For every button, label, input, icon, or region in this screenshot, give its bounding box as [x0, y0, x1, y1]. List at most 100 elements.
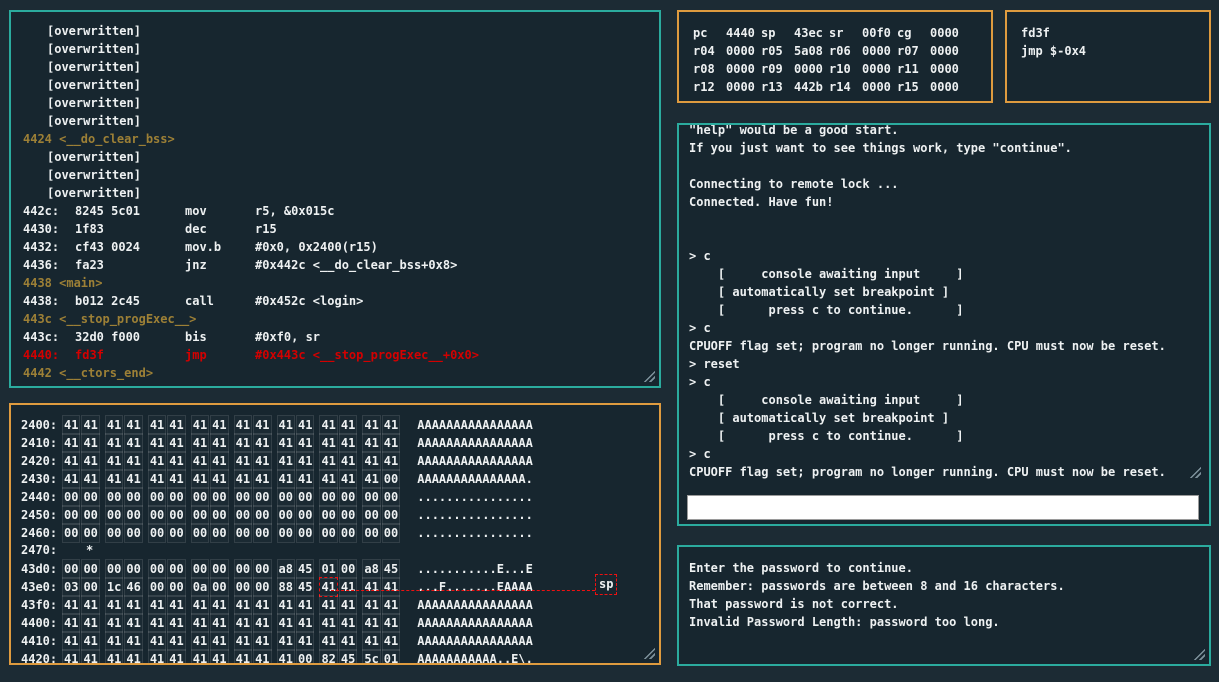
memory-byte: 00 — [62, 559, 80, 579]
memory-byte: 00 — [124, 505, 142, 525]
memory-word: 4141 — [277, 613, 316, 633]
console-line: > c — [689, 319, 1199, 337]
memory-ascii: AAAAAAAAAAAAAAAA — [417, 436, 533, 450]
register-value: 0000 — [794, 62, 823, 76]
memory-rows: 2400:41414141414141414141414141414141AAA… — [21, 415, 659, 665]
memory-byte: 00 — [105, 559, 123, 579]
memory-word: 0000 — [148, 487, 187, 507]
memory-byte: 41 — [362, 577, 380, 597]
memory-byte: 41 — [253, 631, 271, 651]
memory-word: 0000 — [234, 577, 273, 597]
register-cell: r090000 — [761, 60, 829, 78]
memory-address: 43f0: — [21, 596, 62, 614]
memory-byte: 41 — [296, 469, 314, 489]
memory-byte: 41 — [234, 433, 252, 453]
disassembly-current-instruction: 4440:fd3fjmp#0x443c <__stop_progExec__+0… — [23, 346, 659, 364]
memory-word: 0000 — [319, 487, 358, 507]
memory-byte: 41 — [382, 613, 400, 633]
instruction-address: 4432: — [23, 238, 75, 256]
memory-byte: 41 — [296, 433, 314, 453]
memory-byte: 00 — [382, 505, 400, 525]
debugger-console-input[interactable] — [687, 495, 1199, 520]
resize-grip-icon[interactable] — [1190, 467, 1201, 478]
memory-byte: 01 — [319, 559, 337, 579]
register-cell: r100000 — [829, 60, 897, 78]
memory-byte: 00 — [124, 487, 142, 507]
instruction-mnemonic: jnz — [185, 256, 255, 274]
disassembly-lines: [overwritten][overwritten][overwritten][… — [23, 22, 659, 382]
memory-row: 2450:00000000000000000000000000000000...… — [21, 505, 659, 523]
memory-address: 2420: — [21, 452, 62, 470]
memory-ascii: ................ — [417, 508, 533, 522]
memory-word: a845 — [277, 559, 316, 579]
instruction-bytes: b012 2c45 — [75, 292, 185, 310]
register-cell: r150000 — [897, 78, 965, 96]
memory-byte: 41 — [234, 451, 252, 471]
register-value: 00f0 — [862, 26, 891, 40]
instruction-bytes: fa23 — [75, 256, 185, 274]
register-value: 0000 — [726, 80, 755, 94]
memory-word: 0000 — [62, 505, 101, 525]
memory-byte: 00 — [296, 505, 314, 525]
disassembly-instruction: 442c:8245 5c01movr5, &0x015c — [23, 202, 659, 220]
memory-byte: 00 — [105, 487, 123, 507]
console-line: [ console awaiting input ] — [689, 391, 1199, 409]
resize-grip-icon[interactable] — [644, 648, 655, 659]
memory-byte: 00 — [339, 559, 357, 579]
memory-byte: 41 — [167, 649, 185, 665]
memory-word: 4141 — [105, 613, 144, 633]
instruction-bytes: cf43 0024 — [75, 238, 185, 256]
memory-byte: 41 — [277, 433, 295, 453]
memory-byte: 41 — [253, 613, 271, 633]
memory-ascii: ................ — [417, 526, 533, 540]
memory-byte: 41 — [362, 415, 380, 435]
memory-word: 4141 — [191, 649, 230, 665]
memory-byte: 00 — [167, 487, 185, 507]
memory-ascii: AAAAAAAAAAAAAAA. — [417, 472, 533, 486]
memory-byte: 00 — [167, 505, 185, 525]
memory-word: 1c46 — [105, 577, 144, 597]
register-value: 0000 — [930, 62, 959, 76]
memory-byte: 41 — [124, 415, 142, 435]
memory-byte: 41 — [253, 469, 271, 489]
memory-byte: a8 — [362, 559, 380, 579]
memory-byte: 5c — [362, 649, 380, 665]
memory-row: 4420:41414141414141414141410082455c01AAA… — [21, 649, 659, 665]
resize-grip-icon[interactable] — [644, 371, 655, 382]
memory-byte: 41 — [148, 451, 166, 471]
memory-byte: 41 — [62, 649, 80, 665]
console-line: [ automatically set breakpoint ] — [689, 409, 1199, 427]
memory-byte: 41 — [234, 631, 252, 651]
register-name: sp — [761, 24, 794, 42]
memory-word: 4141 — [105, 469, 144, 489]
memory-byte: 41 — [105, 649, 123, 665]
memory-skip-marker: * — [62, 541, 93, 559]
memory-word: 4141 — [362, 577, 401, 597]
memory-word: 0000 — [234, 487, 273, 507]
instruction-bytes: 8245 5c01 — [75, 202, 185, 220]
memory-byte: 41 — [277, 613, 295, 633]
disassembly-overwritten-line: [overwritten] — [23, 94, 659, 112]
disassembly-symbol-label: 4442 <__ctors_end> — [23, 364, 659, 382]
register-value: 43ec — [794, 26, 823, 40]
memory-word: 4141 — [62, 613, 101, 633]
memory-byte: 00 — [362, 487, 380, 507]
memory-word: 0000 — [277, 505, 316, 525]
memory-word: 4141 — [148, 649, 187, 665]
memory-byte: 41 — [81, 613, 99, 633]
register-name: r08 — [693, 60, 726, 78]
memory-word: 0000 — [191, 523, 230, 543]
register-name: pc — [693, 24, 726, 42]
memory-byte: 41 — [81, 595, 99, 615]
memory-byte: 41 — [105, 595, 123, 615]
console-panel: "help" would be a good start.If you just… — [677, 123, 1211, 526]
memory-byte: 41 — [296, 451, 314, 471]
stack-pointer-line — [331, 590, 595, 591]
memory-byte: 41 — [191, 451, 209, 471]
memory-word: 4141 — [62, 649, 101, 665]
memory-byte: 00 — [210, 505, 228, 525]
memory-byte: 41 — [339, 433, 357, 453]
resize-grip-icon[interactable] — [1194, 649, 1205, 660]
memory-word: 4141 — [62, 433, 101, 453]
console-output[interactable]: "help" would be a good start.If you just… — [679, 125, 1209, 481]
